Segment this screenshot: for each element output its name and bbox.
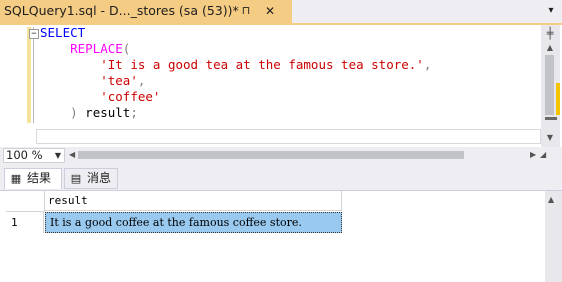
close-icon[interactable]: ✕ xyxy=(262,3,278,19)
code-token: result xyxy=(77,105,131,120)
query-editor[interactable]: − SELECT REPLACE( 'It is a good tea at t… xyxy=(0,25,562,148)
document-tab-strip: SQLQuery1.sql - D..._stores (sa (53))* ⊓… xyxy=(0,0,562,25)
zoom-select[interactable]: 100 % ▼ xyxy=(3,148,65,163)
collapse-icon[interactable]: − xyxy=(29,29,39,39)
scroll-up-icon[interactable]: ▲ xyxy=(544,43,556,53)
tab-messages[interactable]: ▤ 消息 xyxy=(64,168,118,189)
window-list-dropdown-icon[interactable]: ▾ xyxy=(544,3,558,19)
code-token: 'coffee' xyxy=(100,89,161,104)
zoom-value: 100 % xyxy=(6,148,43,162)
scroll-left-icon[interactable]: ◀ xyxy=(69,150,77,160)
code-line[interactable]: REPLACE( xyxy=(40,41,431,57)
grid-corner[interactable] xyxy=(6,191,45,212)
row-number[interactable]: 1 xyxy=(6,212,44,233)
caret-position-marker xyxy=(545,117,557,120)
code-token: REPLACE xyxy=(70,41,123,56)
code-line[interactable]: 'tea', xyxy=(40,73,431,89)
code-line[interactable]: ) result; xyxy=(40,105,431,121)
outline-line xyxy=(33,27,34,123)
results-grid: result 1 It is a good coffee at the famo… xyxy=(0,190,562,282)
code-token: SELECT xyxy=(40,25,86,40)
results-tab-strip: ▦ 结果 ▤ 消息 xyxy=(0,166,562,190)
tab-results-label: 结果 xyxy=(27,171,52,185)
pin-icon[interactable]: ⊓ xyxy=(238,3,254,19)
result-cell[interactable]: It is a good coffee at the famous coffee… xyxy=(45,212,342,233)
vertical-scroll-thumb[interactable] xyxy=(545,55,554,115)
tab-messages-label: 消息 xyxy=(87,171,112,185)
scroll-right-icon[interactable]: ▶ xyxy=(530,150,538,160)
change-marker xyxy=(556,83,560,115)
grid-vertical-scrollbar[interactable] xyxy=(545,191,562,282)
chevron-down-icon: ▼ xyxy=(54,151,61,160)
code-line[interactable]: SELECT xyxy=(40,25,431,41)
code-line[interactable]: 'It is a good tea at the famous tea stor… xyxy=(40,57,431,73)
code-token: 'It is a good tea at the famous tea stor… xyxy=(100,57,424,72)
change-indicator-margin xyxy=(27,27,31,123)
message-icon: ▤ xyxy=(70,172,82,185)
code-token: ; xyxy=(130,105,138,120)
scroll-end-icon: ◢ xyxy=(540,150,547,159)
current-line-highlight xyxy=(36,129,541,144)
code-token: , xyxy=(423,57,432,72)
grid-icon: ▦ xyxy=(10,172,22,185)
scroll-down-icon[interactable]: ▼ xyxy=(544,133,556,143)
code-token: ( xyxy=(122,41,131,56)
code-text[interactable]: SELECT REPLACE( 'It is a good tea at the… xyxy=(40,25,431,121)
code-line[interactable]: 'coffee' xyxy=(40,89,431,105)
split-window-icon[interactable]: ╪ xyxy=(543,27,557,41)
column-header-result[interactable]: result xyxy=(44,191,342,211)
code-token: 'tea' xyxy=(100,73,138,88)
document-tab[interactable]: SQLQuery1.sql - D..._stores (sa (53))* ⊓… xyxy=(0,0,292,23)
zoom-bar: 100 % ▼ ◀ ▶ ◢ xyxy=(0,147,562,164)
document-tab-title: SQLQuery1.sql - D..._stores (sa (53))* xyxy=(4,3,239,18)
scroll-up-icon[interactable]: ▲ xyxy=(548,195,554,204)
code-token: ) xyxy=(70,105,78,120)
code-token: , xyxy=(137,73,146,88)
tab-results[interactable]: ▦ 结果 xyxy=(4,168,62,189)
horizontal-scroll-thumb[interactable] xyxy=(78,151,464,159)
